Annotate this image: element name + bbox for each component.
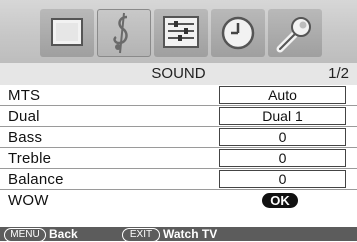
page-indicator: 1/2	[328, 65, 349, 82]
wow-row[interactable]: WOW OK	[0, 190, 357, 212]
exit-watch-tv-hint: Watch TV	[163, 227, 218, 241]
treble-label: Treble	[8, 150, 52, 167]
dual-label: Dual	[8, 108, 40, 125]
dual-row[interactable]: Dual Dual 1	[0, 106, 357, 127]
balance-label: Balance	[8, 171, 64, 188]
picture-icon	[51, 18, 83, 46]
mts-value[interactable]: Auto	[219, 86, 346, 104]
menu-title-bar: SOUND 1/2	[0, 63, 357, 85]
menu-icon-bar	[0, 0, 357, 64]
mts-label: MTS	[8, 87, 41, 104]
bass-row[interactable]: Bass 0	[0, 127, 357, 148]
settings-icon	[276, 17, 311, 53]
sound-menu: SOUND 1/2 MTS Auto Dual Dual 1 Bass 0 Tr…	[0, 0, 357, 242]
timer-icon	[221, 16, 255, 50]
wow-label: WOW	[8, 192, 49, 209]
wow-ok-button[interactable]: OK	[262, 193, 298, 208]
picture-menu-tab[interactable]	[40, 9, 94, 57]
exit-key-badge: EXIT	[122, 228, 160, 242]
dual-value[interactable]: Dual 1	[219, 107, 346, 125]
bass-value[interactable]: 0	[219, 128, 346, 146]
balance-row[interactable]: Balance 0	[0, 169, 357, 190]
setup-menu-tab[interactable]	[154, 9, 208, 57]
setup-icon	[163, 16, 199, 48]
treble-row[interactable]: Treble 0	[0, 148, 357, 169]
bass-label: Bass	[8, 129, 43, 146]
timer-menu-tab[interactable]	[211, 9, 265, 57]
balance-value[interactable]: 0	[219, 170, 346, 188]
settings-menu-tab[interactable]	[268, 9, 322, 57]
footer-hint-bar: MENU Back EXIT Watch TV	[0, 227, 357, 242]
settings-list: MTS Auto Dual Dual 1 Bass 0 Treble 0 Bal…	[0, 85, 357, 212]
menu-title: SOUND	[151, 65, 206, 82]
menu-back-hint: Back	[49, 227, 78, 241]
menu-key-badge: MENU	[4, 228, 46, 242]
treble-value[interactable]: 0	[219, 149, 346, 167]
sound-menu-tab[interactable]	[97, 9, 151, 57]
mts-row[interactable]: MTS Auto	[0, 85, 357, 106]
sound-icon	[113, 12, 128, 54]
